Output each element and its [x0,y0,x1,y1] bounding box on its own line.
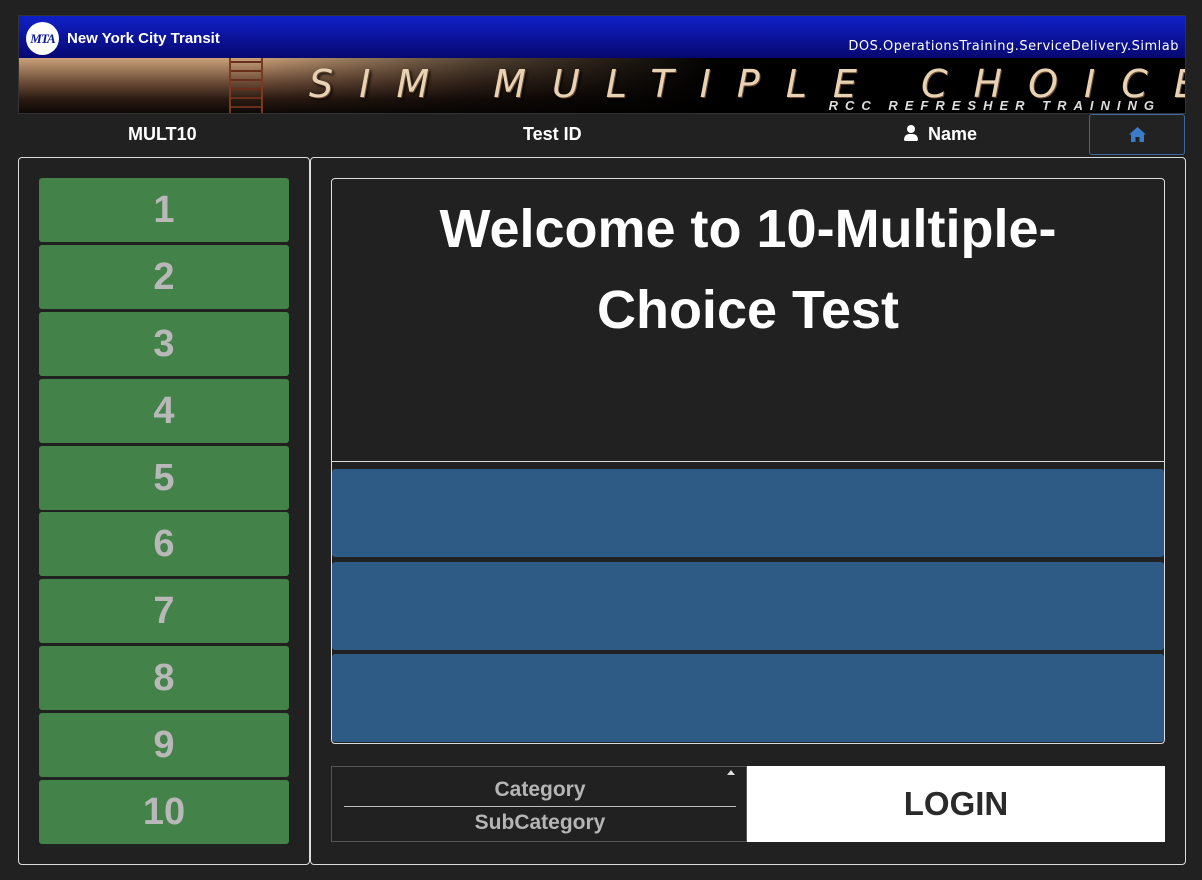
question-button-4[interactable]: 4 [39,379,289,443]
test-id-label: Test ID [523,124,582,144]
info-bar: MULT10 Test ID Name [18,114,1186,156]
question-button-2[interactable]: 2 [39,245,289,309]
question-nav-panel: 1 2 3 4 5 6 7 8 9 10 [18,157,310,865]
welcome-title: Welcome to 10-Multiple-Choice Test [439,199,1057,340]
divider [332,461,1164,462]
org-name: New York City Transit [67,30,220,47]
header-banner: MTA New York City Transit DOS.Operations… [18,15,1186,114]
answer-option-1[interactable] [332,469,1164,557]
home-button[interactable] [1089,114,1185,155]
banner-subtitle: RCC REFRESHER TRAINING [828,98,1161,113]
main-panel: Welcome to 10-Multiple-Choice Test Categ… [310,157,1186,865]
home-icon [1128,127,1146,142]
category-divider [344,806,736,807]
subcategory-label: SubCategory [474,811,606,834]
system-path: DOS.OperationsTraining.ServiceDelivery.S… [848,39,1179,54]
user-name: Name [928,124,978,144]
question-box: Welcome to 10-Multiple-Choice Test [331,178,1165,744]
test-code: MULT10 [128,124,197,144]
user-icon [904,125,918,141]
question-button-7[interactable]: 7 [39,579,289,643]
answer-option-2[interactable] [332,562,1164,650]
login-button[interactable]: LOGIN [747,766,1165,842]
banner-image: SIM MULTIPLE CHOICE RCC REFRESHER TRAINI… [19,58,1185,113]
banner-top-bar: MTA New York City Transit DOS.Operations… [19,16,1185,58]
question-button-5[interactable]: 5 [39,446,289,510]
question-button-9[interactable]: 9 [39,713,289,777]
question-button-3[interactable]: 3 [39,312,289,376]
tower-graphic [229,58,263,113]
question-button-6[interactable]: 6 [39,512,289,576]
caret-up-icon [727,770,735,775]
question-button-8[interactable]: 8 [39,646,289,710]
category-label: Category [494,778,586,801]
mta-logo: MTA [26,22,59,55]
question-button-1[interactable]: 1 [39,178,289,242]
question-button-10[interactable]: 10 [39,780,289,844]
user-name-display: Name [904,124,977,145]
answer-option-3[interactable] [332,654,1164,742]
category-selector[interactable]: Category SubCategory [331,766,747,842]
